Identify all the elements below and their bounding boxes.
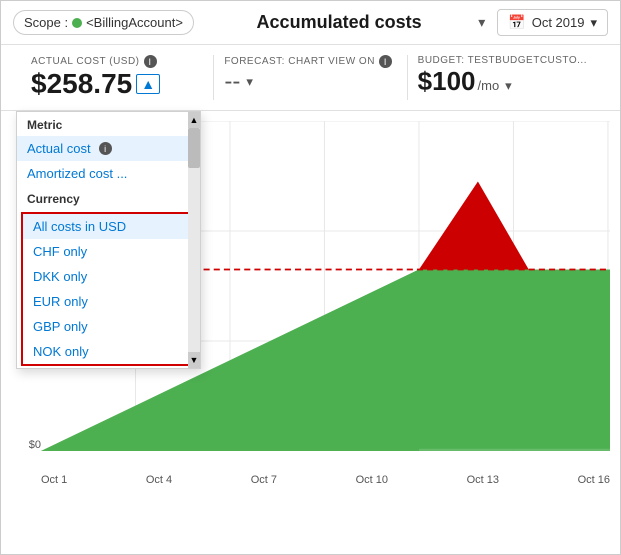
forecast-value: -- ▾ bbox=[224, 68, 396, 96]
x-label-oct10: Oct 10 bbox=[356, 474, 388, 486]
scrollbar-thumb[interactable] bbox=[188, 128, 200, 168]
budget-label: BUDGET: TESTBUDGETCUSTO... bbox=[418, 55, 590, 66]
app-header: Scope : <BillingAccount> Accumulated cos… bbox=[1, 1, 620, 45]
currency-dkk[interactable]: DKK only bbox=[23, 264, 194, 289]
scope-selector[interactable]: Scope : <BillingAccount> bbox=[13, 10, 194, 35]
date-selector[interactable]: 📅 Oct 2019 ▾ bbox=[497, 9, 608, 36]
currency-dkk-label: DKK only bbox=[33, 269, 87, 284]
metric-amortized-cost[interactable]: Amortized cost ... bbox=[17, 161, 200, 186]
y-label-0: $0 bbox=[29, 439, 41, 451]
currency-usd[interactable]: All costs in USD bbox=[23, 214, 194, 239]
title-chevron-icon[interactable]: ▾ bbox=[478, 14, 485, 31]
currency-eur[interactable]: EUR only bbox=[23, 289, 194, 314]
actual-cost-label: ACTUAL COST (USD) i bbox=[31, 55, 203, 68]
budget-period: /mo bbox=[478, 78, 500, 93]
x-label-oct4: Oct 4 bbox=[146, 474, 172, 486]
currency-chf[interactable]: CHF only bbox=[23, 239, 194, 264]
currency-usd-label: All costs in USD bbox=[33, 219, 126, 234]
x-label-oct13: Oct 13 bbox=[467, 474, 499, 486]
budget-chevron-icon[interactable]: ▾ bbox=[505, 78, 512, 94]
x-label-oct16: Oct 16 bbox=[578, 474, 610, 486]
currency-gbp-label: GBP only bbox=[33, 319, 88, 334]
scrollbar-track bbox=[188, 128, 200, 352]
forecast-chevron-icon[interactable]: ▾ bbox=[246, 74, 253, 90]
date-label: Oct 2019 bbox=[532, 15, 585, 30]
stats-row: ACTUAL COST (USD) i $258.75 ▲ FORECAST: … bbox=[1, 45, 620, 111]
budget-value-row: $100 /mo ▾ bbox=[418, 66, 590, 97]
actual-cost-value: $258.75 ▲ bbox=[31, 68, 203, 100]
actual-cost-info-icon[interactable]: i bbox=[144, 55, 157, 68]
currency-section-label: Currency bbox=[17, 186, 200, 210]
x-label-oct1: Oct 1 bbox=[41, 474, 67, 486]
budget-value: $100 bbox=[418, 66, 476, 97]
scope-account: <BillingAccount> bbox=[86, 15, 183, 30]
scope-status-dot bbox=[72, 18, 82, 28]
scope-label: Scope : bbox=[24, 15, 68, 30]
currency-eur-label: EUR only bbox=[33, 294, 88, 309]
metric-section-label: Metric bbox=[17, 112, 200, 136]
metric-actual-cost-label: Actual cost bbox=[27, 141, 91, 156]
metric-amortized-cost-label: Amortized cost ... bbox=[27, 166, 127, 181]
budget-block: BUDGET: TESTBUDGETCUSTO... $100 /mo ▾ bbox=[407, 55, 600, 100]
currency-gbp[interactable]: GBP only bbox=[23, 314, 194, 339]
chart-container: $100 $50 $0 bbox=[1, 111, 620, 491]
currency-selection-box: All costs in USD CHF only DKK only EUR o… bbox=[21, 212, 196, 366]
x-label-oct7: Oct 7 bbox=[251, 474, 277, 486]
calendar-icon: 📅 bbox=[508, 14, 525, 31]
page-title: Accumulated costs bbox=[206, 12, 472, 33]
dropdown-scrollbar[interactable]: ▲ ▼ bbox=[188, 112, 200, 368]
metric-dropdown-toggle[interactable]: ▲ bbox=[136, 74, 160, 94]
scrollbar-up-button[interactable]: ▲ bbox=[188, 112, 200, 128]
currency-nok[interactable]: NOK only bbox=[23, 339, 194, 364]
date-chevron-icon: ▾ bbox=[590, 15, 597, 31]
currency-nok-label: NOK only bbox=[33, 344, 89, 359]
metric-currency-dropdown: Metric Actual cost i Amortized cost ... … bbox=[16, 111, 201, 369]
metric-actual-cost-info-icon[interactable]: i bbox=[99, 142, 112, 155]
forecast-label: FORECAST: CHART VIEW ON i bbox=[224, 55, 396, 68]
currency-chf-label: CHF only bbox=[33, 244, 87, 259]
actual-cost-block: ACTUAL COST (USD) i $258.75 ▲ bbox=[21, 55, 213, 100]
metric-actual-cost[interactable]: Actual cost i bbox=[17, 136, 200, 161]
forecast-block: FORECAST: CHART VIEW ON i -- ▾ bbox=[213, 55, 406, 100]
forecast-info-icon[interactable]: i bbox=[379, 55, 392, 68]
scrollbar-down-button[interactable]: ▼ bbox=[188, 352, 200, 368]
x-axis: Oct 1 Oct 4 Oct 7 Oct 10 Oct 13 Oct 16 bbox=[41, 474, 610, 486]
